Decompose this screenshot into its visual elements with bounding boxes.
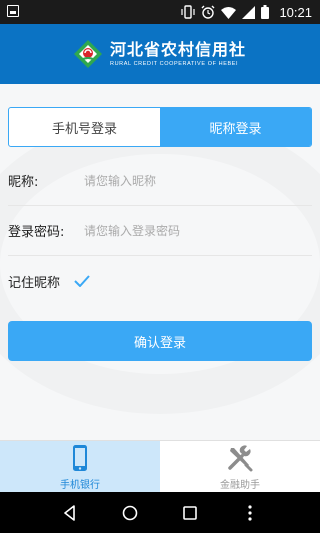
back-button[interactable] <box>58 501 82 525</box>
remember-row[interactable]: 记住昵称 <box>8 256 312 306</box>
status-time: 10:21 <box>279 4 312 20</box>
nav-finance-assistant[interactable]: 金融助手 <box>160 441 320 493</box>
nav-finance-assistant-label: 金融助手 <box>220 480 260 491</box>
notification-icon <box>7 5 19 17</box>
confirm-login-button[interactable]: 确认登录 <box>8 321 312 361</box>
bank-logo-icon <box>74 40 102 68</box>
battery-icon <box>261 5 270 19</box>
home-button[interactable] <box>118 501 142 525</box>
password-input[interactable] <box>84 223 284 238</box>
phone-icon <box>73 445 87 471</box>
system-nav-bar <box>0 492 320 533</box>
checkmark-icon[interactable] <box>74 275 90 287</box>
home-icon <box>122 505 138 520</box>
nav-mobile-banking-label: 手机银行 <box>60 480 100 491</box>
wifi-icon <box>221 6 237 19</box>
password-label: 登录密码: <box>8 225 65 240</box>
recents-button[interactable] <box>178 501 202 525</box>
nickname-label: 昵称: <box>8 175 39 190</box>
back-icon <box>64 504 75 521</box>
tab-phone-login[interactable]: 手机号登录 <box>9 108 160 146</box>
vibrate-icon <box>181 5 196 19</box>
recents-icon <box>183 505 197 520</box>
bottom-nav: 手机银行 金融助手 <box>0 440 320 493</box>
tab-nickname-login[interactable]: 昵称登录 <box>160 108 311 146</box>
login-tabs: 手机号登录 昵称登录 <box>8 107 312 147</box>
brand-title-en: RURAL CREDIT COOPERATIVE OF HEBEI <box>110 61 239 67</box>
password-row: 登录密码: <box>8 206 312 256</box>
status-bar: 10:21 <box>0 0 320 24</box>
login-panel: 手机号登录 昵称登录 昵称: 登录密码: 记住昵称 确认登录 <box>0 84 320 440</box>
nav-mobile-banking[interactable]: 手机银行 <box>0 441 160 493</box>
overflow-menu-button[interactable] <box>238 501 262 525</box>
remember-label: 记住昵称 <box>8 275 61 291</box>
tools-icon <box>228 445 253 472</box>
app-header: 河北省农村信用社 RURAL CREDIT COOPERATIVE OF HEB… <box>0 24 320 84</box>
more-vertical-icon <box>248 504 252 521</box>
nickname-row: 昵称: <box>8 156 312 206</box>
brand-title-cn: 河北省农村信用社 <box>110 40 247 59</box>
signal-icon <box>242 5 256 19</box>
nickname-input[interactable] <box>84 173 284 188</box>
alarm-icon <box>201 5 215 19</box>
brand: 河北省农村信用社 RURAL CREDIT COOPERATIVE OF HEB… <box>72 38 246 70</box>
